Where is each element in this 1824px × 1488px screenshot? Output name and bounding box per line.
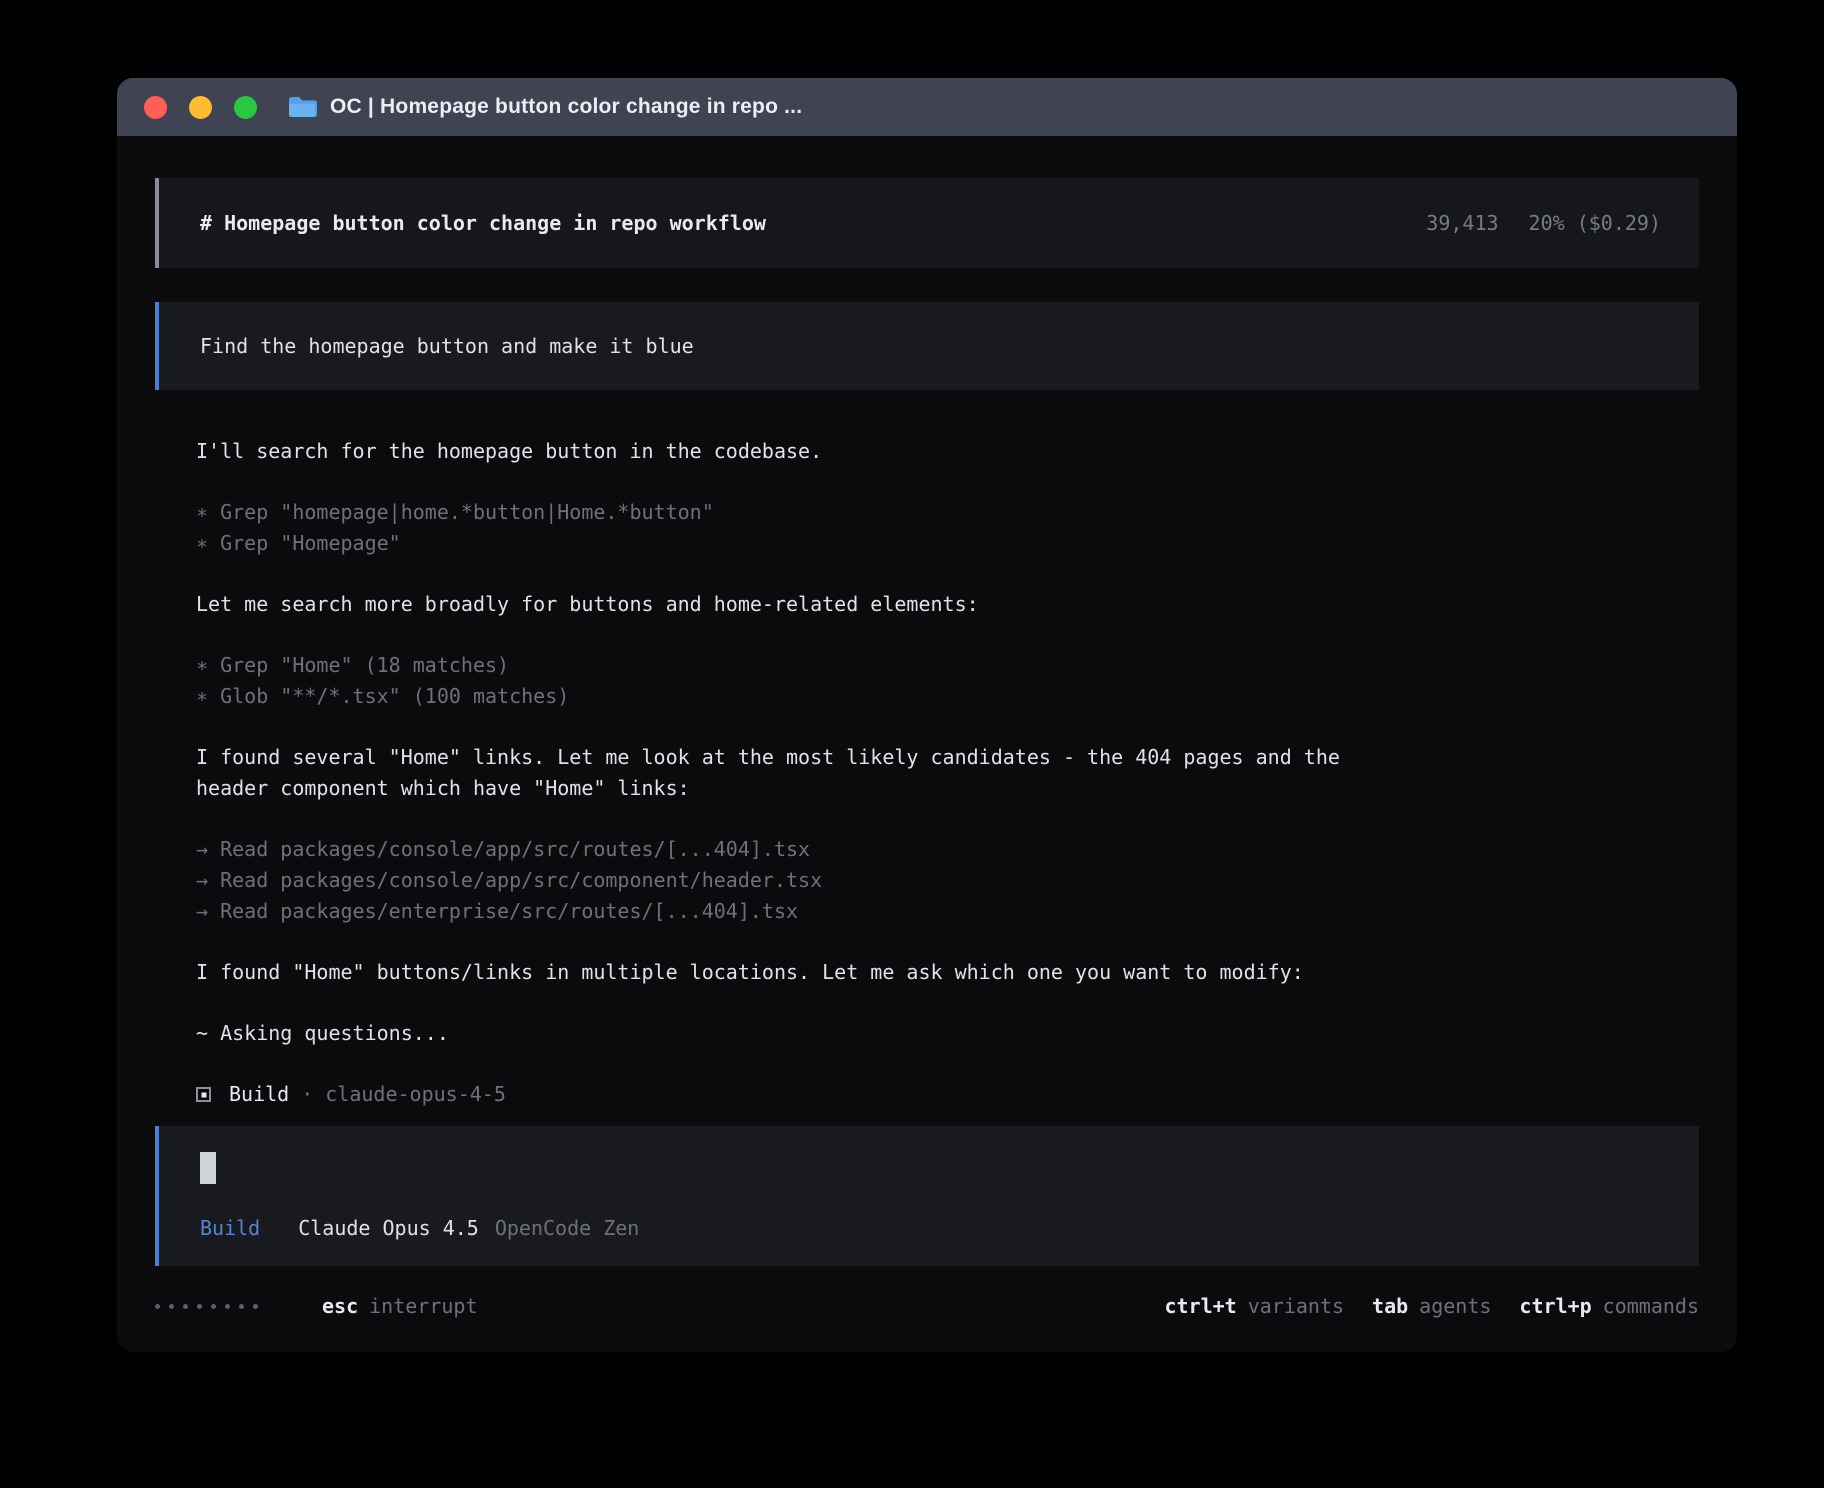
commands-label: commands bbox=[1603, 1294, 1699, 1318]
folder-icon bbox=[287, 95, 317, 119]
input-footer: Build Claude Opus 4.5 OpenCode Zen bbox=[200, 1216, 1658, 1240]
tool-call-grep: ∗ Grep "homepage|home.*button|Home.*butt… bbox=[196, 497, 1699, 528]
input-provider-label: OpenCode Zen bbox=[495, 1216, 640, 1240]
variants-label: variants bbox=[1248, 1294, 1344, 1318]
esc-key: esc bbox=[322, 1294, 358, 1318]
build-agent-icon bbox=[196, 1087, 211, 1102]
minimize-button[interactable] bbox=[189, 96, 212, 119]
agent-separator: · bbox=[301, 1079, 313, 1110]
session-meta: 39,413 20% ($0.29) bbox=[1426, 211, 1661, 235]
maximize-button[interactable] bbox=[234, 96, 257, 119]
traffic-lights bbox=[144, 96, 257, 119]
close-button[interactable] bbox=[144, 96, 167, 119]
ctrl-p-key: ctrl+p bbox=[1519, 1294, 1591, 1318]
status-bar-right: ctrl+t variants tab agents ctrl+p comman… bbox=[1164, 1294, 1699, 1318]
shortcut-agents: tab agents bbox=[1372, 1294, 1491, 1318]
tool-call-group: → Read packages/console/app/src/routes/[… bbox=[196, 834, 1699, 927]
interrupt-label: interrupt bbox=[369, 1294, 477, 1318]
ctrl-t-key: ctrl+t bbox=[1164, 1294, 1236, 1318]
agent-name: Build bbox=[229, 1079, 289, 1110]
assistant-message: I'll search for the homepage button in t… bbox=[196, 436, 1376, 467]
assistant-message: I found "Home" buttons/links in multiple… bbox=[196, 957, 1376, 988]
user-message-text: Find the homepage button and make it blu… bbox=[200, 334, 694, 358]
terminal-content: # Homepage button color change in repo w… bbox=[117, 136, 1737, 1352]
tool-call-grep: ∗ Grep "Home" (18 matches) bbox=[196, 650, 1699, 681]
tool-call-grep: ∗ Grep "Homepage" bbox=[196, 528, 1699, 559]
session-title: # Homepage button color change in repo w… bbox=[200, 211, 766, 235]
transcript: I'll search for the homepage button in t… bbox=[155, 436, 1699, 1110]
status-bar: esc interrupt ctrl+t variants tab agents… bbox=[155, 1294, 1699, 1318]
tool-call-group: ∗ Grep "Home" (18 matches) ∗ Glob "**/*.… bbox=[196, 650, 1699, 712]
spacer bbox=[155, 1110, 1699, 1126]
progress-dots bbox=[155, 1304, 258, 1309]
user-message: Find the homepage button and make it blu… bbox=[155, 302, 1699, 390]
session-header: # Homepage button color change in repo w… bbox=[155, 178, 1699, 268]
agent-model: claude-opus-4-5 bbox=[325, 1079, 506, 1110]
shortcut-interrupt: esc interrupt bbox=[322, 1294, 478, 1318]
agent-status-row: Build · claude-opus-4-5 bbox=[196, 1079, 1699, 1110]
agents-label: agents bbox=[1419, 1294, 1491, 1318]
window-title: OC | Homepage button color change in rep… bbox=[330, 95, 802, 119]
tool-call-group: ∗ Grep "homepage|home.*button|Home.*butt… bbox=[196, 497, 1699, 559]
status-message: ~ Asking questions... bbox=[196, 1018, 1376, 1049]
input-agent-label: Build bbox=[200, 1216, 260, 1240]
assistant-message: I found several "Home" links. Let me loo… bbox=[196, 742, 1376, 804]
title-group: OC | Homepage button color change in rep… bbox=[287, 95, 802, 119]
tool-call-glob: ∗ Glob "**/*.tsx" (100 matches) bbox=[196, 681, 1699, 712]
tool-call-read: → Read packages/console/app/src/componen… bbox=[196, 865, 1699, 896]
input-model-label: Claude Opus 4.5 bbox=[298, 1216, 479, 1240]
token-count: 39,413 bbox=[1426, 211, 1498, 235]
tool-call-read: → Read packages/enterprise/src/routes/[.… bbox=[196, 896, 1699, 927]
tool-call-read: → Read packages/console/app/src/routes/[… bbox=[196, 834, 1699, 865]
shortcut-variants: ctrl+t variants bbox=[1164, 1294, 1344, 1318]
terminal-window: OC | Homepage button color change in rep… bbox=[117, 78, 1737, 1352]
assistant-message: Let me search more broadly for buttons a… bbox=[196, 589, 1376, 620]
text-cursor bbox=[200, 1152, 216, 1184]
context-usage: 20% ($0.29) bbox=[1529, 211, 1661, 235]
tab-key: tab bbox=[1372, 1294, 1408, 1318]
prompt-input[interactable]: Build Claude Opus 4.5 OpenCode Zen bbox=[155, 1126, 1699, 1266]
title-bar[interactable]: OC | Homepage button color change in rep… bbox=[117, 78, 1737, 136]
shortcut-commands: ctrl+p commands bbox=[1519, 1294, 1699, 1318]
